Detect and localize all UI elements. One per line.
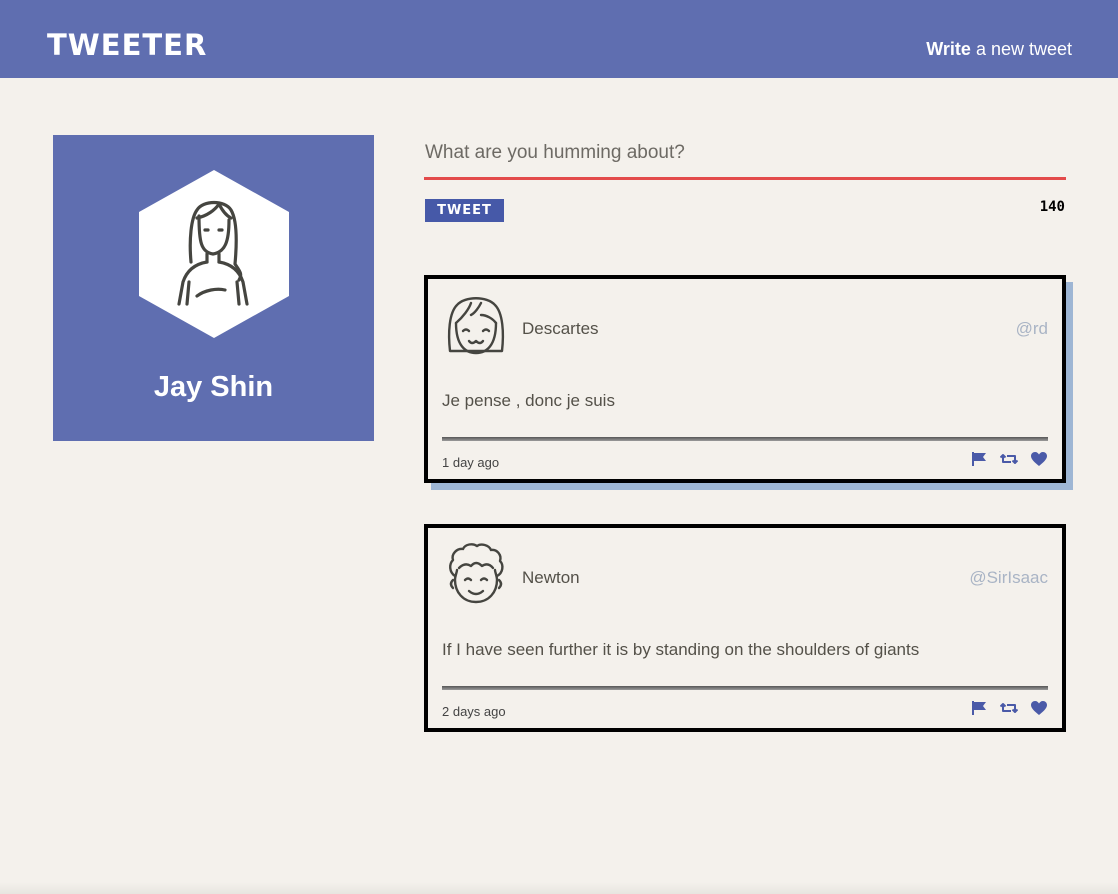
tweet-input[interactable] [424, 132, 1066, 180]
compose-link-bold: Write [926, 39, 971, 59]
tweet-card: Newton @SirIsaac If I have seen further … [424, 524, 1066, 732]
heart-icon[interactable] [1030, 451, 1048, 467]
tweet-card: Descartes @rd Je pense , donc je suis 1 … [424, 275, 1066, 483]
tweet-actions [970, 700, 1048, 716]
tweet-divider [442, 686, 1048, 690]
tweet-handle[interactable]: @rd [1016, 319, 1048, 339]
navbar: TWEETER Write a new tweet [0, 0, 1118, 78]
tweet-content: If I have seen further it is by standing… [442, 640, 920, 659]
brand-logo[interactable]: TWEETER [47, 28, 207, 62]
retweet-icon[interactable] [1000, 451, 1018, 467]
flag-icon[interactable] [970, 700, 988, 716]
tweet-timestamp: 1 day ago [442, 455, 500, 470]
compose-link-text: a new tweet [970, 39, 1072, 59]
girl-avatar-icon [447, 297, 505, 355]
curly-hair-avatar-icon [449, 543, 504, 604]
tweet-timestamp: 2 days ago [442, 704, 506, 719]
retweet-icon[interactable] [1000, 700, 1018, 716]
character-counter: 140 [1039, 199, 1065, 215]
tweet-button[interactable]: TWEET [425, 199, 504, 222]
tweet-author[interactable]: Newton [522, 568, 580, 588]
heart-icon[interactable] [1030, 700, 1048, 716]
tweet-author[interactable]: Descartes [522, 319, 599, 339]
flag-icon[interactable] [970, 451, 988, 467]
tweet-divider [442, 437, 1048, 441]
profile-name: Jay Shin [153, 371, 274, 403]
page-bottom-shade [0, 882, 1118, 894]
tweet-handle[interactable]: @SirIsaac [969, 568, 1048, 588]
tweet-content: Je pense , donc je suis [442, 391, 615, 410]
tweet-composer: TWEET 140 [424, 132, 1066, 222]
tweet-actions [970, 451, 1048, 467]
write-new-tweet-link[interactable]: Write a new tweet [926, 38, 1072, 60]
profile-card: Jay Shin [53, 135, 374, 441]
profile-avatar [139, 170, 289, 338]
